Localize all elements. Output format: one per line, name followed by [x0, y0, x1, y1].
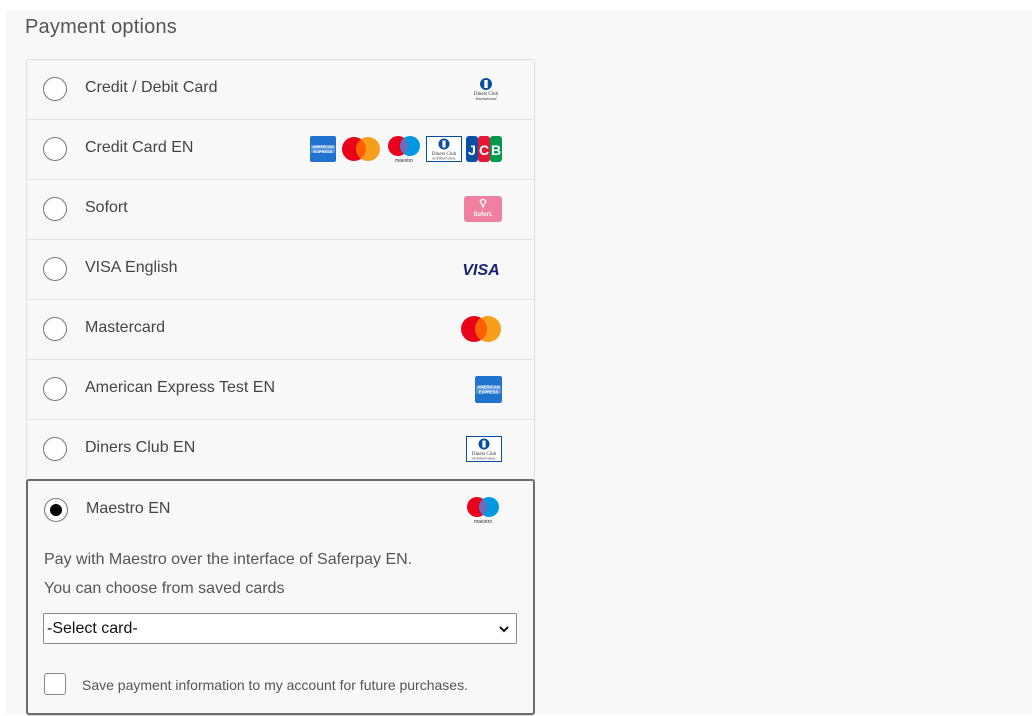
mastercard-icon [461, 316, 501, 342]
payment-option-maestro-selected: Maestro EN maestro Pay with Maestro over… [26, 479, 535, 715]
maestro-icon: maestro [388, 136, 420, 163]
save-payment-checkbox[interactable] [44, 673, 66, 695]
svg-text:EXPRESS: EXPRESS [479, 389, 499, 394]
payment-option-label: Credit / Debit Card [85, 79, 218, 96]
radio-button[interactable] [43, 77, 67, 101]
saved-cards-hint: You can choose from saved cards [44, 580, 285, 597]
amex-icon: AMERICAN EXPRESS [475, 375, 502, 403]
payment-option-label: VISA English [85, 259, 178, 276]
payment-option-visa[interactable]: VISA English VISA [27, 240, 534, 300]
payment-option-label: Credit Card EN [85, 139, 194, 156]
payment-option-maestro[interactable]: Maestro EN maestro [28, 481, 533, 540]
svg-text:J: J [468, 142, 476, 158]
save-payment-label: Save payment information to my account f… [82, 677, 468, 693]
payment-option-label: Maestro EN [86, 500, 171, 517]
radio-button[interactable] [43, 437, 67, 461]
select-card-value: -Select card- [47, 620, 138, 637]
payment-option-diners[interactable]: Diners Club EN Diners Club INTERNATIONAL [27, 420, 534, 480]
svg-text:maestro: maestro [474, 519, 492, 524]
select-card-dropdown[interactable]: -Select card- [43, 613, 517, 644]
svg-text:B: B [491, 142, 501, 158]
diners-icon: Diners Club INTERNATIONAL [426, 136, 462, 162]
payment-option-credit-debit-card[interactable]: Credit / Debit Card Diners Club Internat… [27, 60, 534, 120]
sofort-icon: Sofort. [464, 196, 502, 222]
diners-icon: Diners Club INTERNATIONAL [466, 436, 502, 462]
maestro-description: Pay with Maestro over the interface of S… [44, 551, 413, 568]
payment-option-label: American Express Test EN [85, 379, 275, 396]
chevron-down-icon [499, 626, 509, 633]
visa-icon: VISA [462, 262, 499, 279]
svg-text:maestro: maestro [395, 158, 413, 163]
radio-button[interactable] [43, 197, 67, 221]
maestro-icon: maestro [467, 497, 499, 524]
payment-option-label: Sofort [85, 199, 128, 216]
payment-option-label: Mastercard [85, 319, 166, 336]
mastercard-icon [342, 137, 380, 161]
payment-panel: Payment options Credit / Debit Card Dine… [6, 10, 1032, 716]
payment-option-label: Diners Club EN [85, 439, 196, 456]
svg-text:International: International [474, 96, 497, 101]
radio-button[interactable] [43, 137, 67, 161]
radio-button-checked[interactable] [44, 498, 68, 522]
amex-icon: AMERICAN EXPRESS [310, 136, 336, 162]
radio-button[interactable] [43, 377, 67, 401]
svg-text:EXPRESS: EXPRESS [314, 149, 333, 154]
section-title: Payment options [25, 16, 177, 38]
svg-text:C: C [479, 142, 489, 158]
radio-button[interactable] [43, 317, 67, 341]
diners-logo-small-icon: Diners Club International [474, 78, 499, 101]
svg-text:VISA: VISA [462, 262, 499, 279]
payment-option-sofort[interactable]: Sofort Sofort. [27, 180, 534, 240]
payment-option-credit-card-en[interactable]: Credit Card EN AMERICAN EXPRESS maestro … [27, 120, 534, 180]
payment-options-list: Credit / Debit Card Diners Club Internat… [26, 59, 535, 716]
payment-option-amex[interactable]: American Express Test EN AMERICAN EXPRES… [27, 360, 534, 420]
payment-option-mastercard[interactable]: Mastercard [27, 300, 534, 360]
svg-text:INTERNATIONAL: INTERNATIONAL [432, 157, 456, 161]
svg-text:Sofort.: Sofort. [473, 212, 493, 218]
jcb-icon: J C B [466, 136, 502, 162]
radio-button[interactable] [43, 257, 67, 281]
svg-text:INTERNATIONAL: INTERNATIONAL [472, 457, 496, 461]
